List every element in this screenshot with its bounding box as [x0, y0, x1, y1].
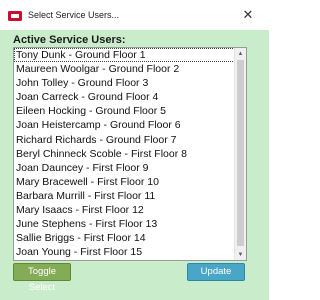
service-user-list-item[interactable]: Beryl Chinneck Scoble - First Floor 8 — [14, 147, 235, 161]
service-user-list-item[interactable]: Mary Bracewell - First Floor 10 — [14, 175, 235, 189]
dialog-body: Active Service Users: Tony Dunk - Ground… — [0, 30, 269, 300]
scroll-down-arrow-icon[interactable]: ▼ — [235, 249, 246, 260]
scrollbar-thumb[interactable] — [237, 60, 244, 246]
service-user-list-item[interactable]: Tony Dunk - Ground Floor 1 — [14, 48, 235, 63]
service-user-list-item[interactable]: Joan Dauncey - First Floor 9 — [14, 161, 235, 175]
service-user-list-item[interactable]: Barbara Murrill - First Floor 11 — [14, 189, 235, 203]
service-user-list-item[interactable]: Eileen Hocking - Ground Floor 5 — [14, 104, 235, 118]
service-users-list[interactable]: Tony Dunk - Ground Floor 1 Maureen Woolga… — [14, 48, 235, 260]
service-user-list-item[interactable]: Maureen Woolgar - Ground Floor 2 — [14, 62, 235, 76]
scroll-up-arrow-icon[interactable]: ▲ — [235, 48, 246, 59]
update-button[interactable]: Update — [187, 263, 245, 281]
service-user-list-item[interactable]: Joan Heistercamp - Ground Floor 6 — [14, 118, 235, 132]
active-service-users-heading: Active Service Users: — [13, 34, 126, 46]
service-user-list-item[interactable]: Joan Carreck - Ground Floor 4 — [14, 90, 235, 104]
title-bar[interactable]: Select Service Users... ✕ — [0, 0, 269, 30]
service-user-list-item[interactable]: June Stephens - First Floor 13 — [14, 217, 235, 231]
select-service-users-dialog: Select Service Users... ✕ Active Service… — [0, 0, 269, 300]
service-user-list-item[interactable]: Joan Young - First Floor 15 — [14, 245, 235, 259]
close-icon: ✕ — [242, 7, 254, 22]
service-user-list-item[interactable]: Mary Isaacs - First Floor 12 — [14, 203, 235, 217]
vertical-scrollbar[interactable]: ▲ ▼ — [234, 48, 246, 260]
window-title: Select Service Users... — [28, 10, 120, 20]
close-button[interactable]: ✕ — [236, 5, 260, 25]
service-user-list-item[interactable]: Richard Richards - Ground Floor 7 — [14, 133, 235, 147]
app-icon — [8, 11, 22, 21]
service-users-listbox[interactable]: Tony Dunk - Ground Floor 1 Maureen Woolga… — [13, 47, 247, 261]
service-user-list-item[interactable]: Sallie Briggs - First Floor 14 — [14, 231, 235, 245]
toggle-select-button[interactable]: Toggle Select — [13, 263, 71, 293]
service-user-list-item[interactable]: John Tolley - Ground Floor 3 — [14, 76, 235, 90]
